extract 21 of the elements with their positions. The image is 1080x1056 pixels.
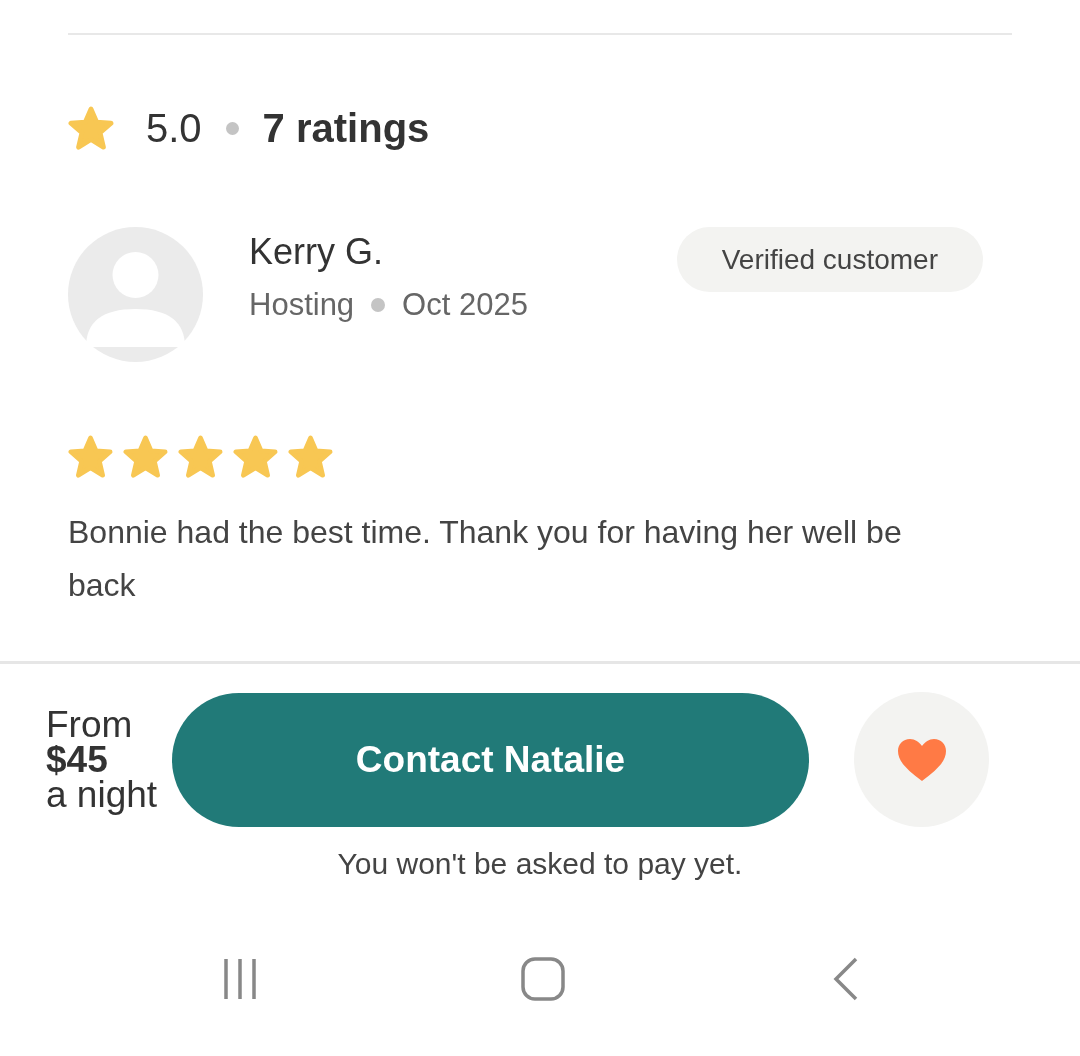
price: $45	[46, 742, 109, 777]
rating-value: 5.0	[146, 105, 202, 151]
service-label: Hosting	[249, 287, 355, 323]
review-date: Oct 2025	[402, 287, 528, 323]
star-icon	[68, 435, 113, 478]
review-text: Bonnie had the best time. Thank you for having her well be back	[68, 513, 903, 605]
contact-button[interactable]: Contact Natalie	[172, 692, 809, 827]
star-icon	[288, 435, 333, 478]
verified-badge: Verified customer	[676, 227, 983, 292]
separator-dot	[371, 298, 386, 312]
star-icon	[178, 435, 223, 478]
heart-icon	[895, 736, 948, 783]
star-icon	[233, 435, 278, 478]
separator-dot	[225, 121, 239, 135]
star-icon	[123, 435, 168, 478]
home-icon[interactable]	[521, 957, 565, 1001]
rating-count: 7 ratings	[262, 105, 430, 151]
payment-note: You won't be asked to pay yet.	[336, 847, 744, 881]
price-prefix: From	[46, 707, 134, 742]
star-icon	[68, 106, 114, 150]
reviewer-name: Kerry G.	[249, 231, 384, 273]
